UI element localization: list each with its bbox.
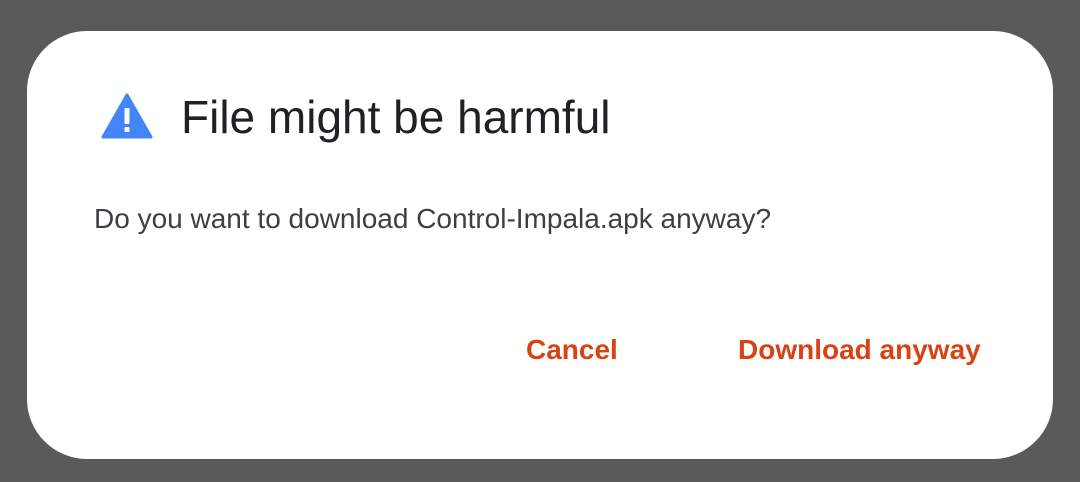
dialog-title: File might be harmful <box>181 91 611 143</box>
download-anyway-button[interactable]: Download anyway <box>738 330 981 370</box>
dialog-message: Do you want to download Control-Impala.a… <box>94 203 772 234</box>
harmful-file-dialog: File might be harmful Do you want to dow… <box>27 31 1053 459</box>
cancel-button[interactable]: Cancel <box>526 330 618 370</box>
warning-triangle-icon <box>101 93 153 139</box>
